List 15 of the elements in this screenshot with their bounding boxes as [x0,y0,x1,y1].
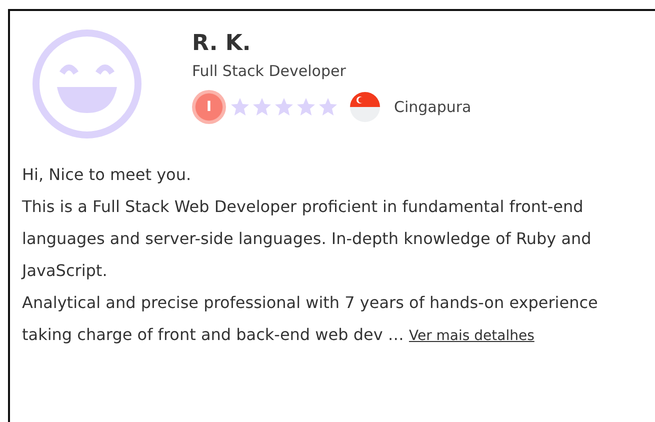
more-details-link[interactable]: Ver mais detalhes [408,328,534,344]
star-icon [318,97,338,117]
bio-paragraph: Analytical and precise professional with 7 years of hands-on experience taking charge of front and back-end web dev … Ver mais detalhes [22,292,599,346]
star-icon [296,97,316,117]
bio-paragraph: Hi, Nice to meet you. [22,164,192,186]
star-icon [252,97,272,117]
profile-name: R. K. [192,30,252,58]
smiley-avatar-icon [32,29,142,139]
star-icon [274,97,294,117]
level-badge: I [192,90,226,124]
flag-icon [350,92,380,122]
star-icon [230,97,250,117]
country-label: Cingapura [394,98,472,116]
bio-paragraph: This is a Full Stack Web Developer proficient in fundamental front-end languages and server-side languages. In-depth knowledge of Ruby and JavaScript. [22,196,592,282]
job-title: Full Stack Developer [192,62,347,80]
